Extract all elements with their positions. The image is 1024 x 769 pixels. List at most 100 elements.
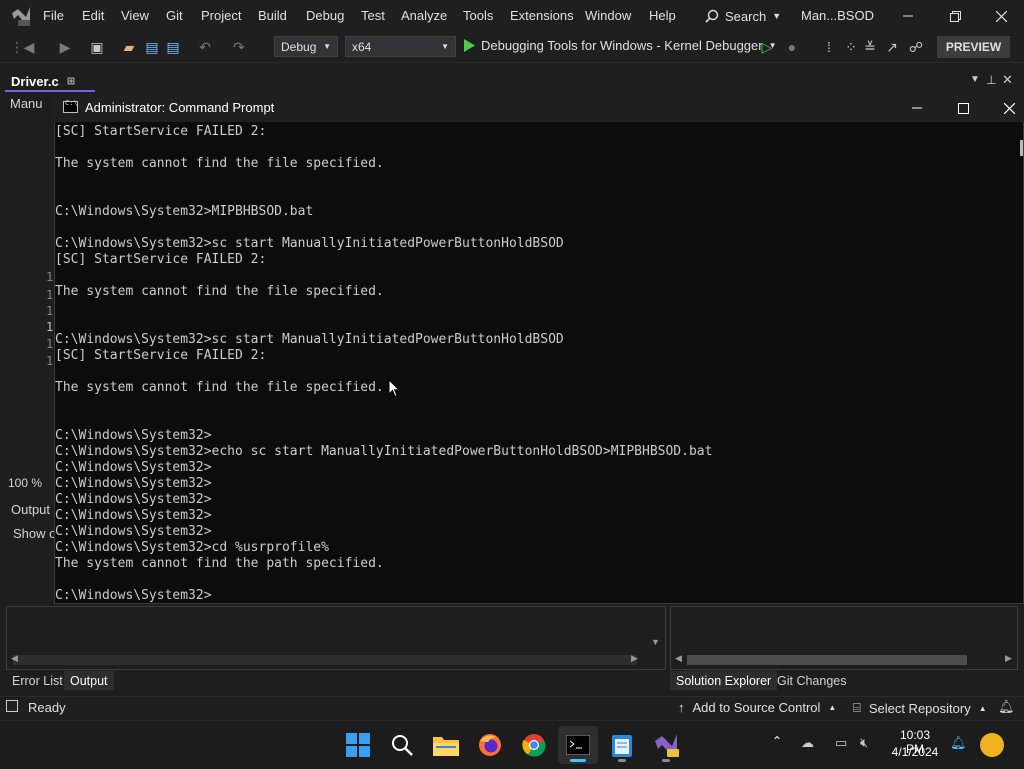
new-project-icon[interactable]: ▣ [88,38,106,56]
menu-git[interactable]: Git [166,8,183,23]
console-line: The system cannot find the file specifie… [55,380,384,395]
search-icon [392,735,413,756]
file-explorer-button[interactable] [426,726,466,764]
play-icon [464,39,475,52]
chrome-icon [522,734,546,757]
document-tab[interactable]: Driver.c ⊞ [5,72,95,92]
cmd-minimize-button[interactable] [898,97,936,119]
tab-error-list[interactable]: Error List [6,671,69,690]
solution-name: Man...BSOD [801,8,874,23]
notifications-bell-icon[interactable]: 🔔︎ [998,699,1015,715]
windows-logo-icon [346,733,370,757]
status-icon [6,700,18,712]
visual-studio-icon [655,734,679,757]
search-button[interactable]: Search ▼ [705,6,781,26]
menu-debug[interactable]: Debug [306,8,344,23]
undo-icon[interactable]: ↶ [196,38,214,56]
search-button[interactable] [382,726,422,764]
start-button[interactable] [338,726,378,764]
add-to-source-control-button[interactable]: ↑ Add to Source Control ▲ [678,700,836,715]
console-output[interactable]: [SC] StartService FAILED 2: The system ca… [55,124,1015,602]
tab-solution-explorer[interactable]: Solution Explorer [670,671,778,690]
panel-pin-icon[interactable]: ⊥ [986,73,996,87]
panel-dropdown-icon[interactable]: ▼ [970,74,980,85]
scroll-right-icon[interactable]: ▶ [631,653,638,664]
solution-explorer-scrollbar[interactable] [687,655,967,665]
notepad-button[interactable] [602,726,642,764]
onedrive-icon[interactable]: ☁ [801,735,814,751]
scroll-down-icon[interactable]: ▼ [651,637,660,647]
minimize-button[interactable] [893,6,923,26]
volume-icon[interactable]: 🔇︎ [860,735,868,751]
console-line: [SC] StartService FAILED 2: [55,252,267,267]
tab-git-changes[interactable]: Git Changes [771,671,852,690]
visual-studio-logo-icon[interactable] [10,5,32,27]
forward-icon[interactable]: ▶ [56,38,74,56]
console-line: [SC] StartService FAILED 2: [55,124,267,139]
cmd-close-button[interactable] [990,97,1024,119]
display-icon[interactable]: ▭ [835,735,847,751]
open-folder-icon[interactable]: ▰ [120,38,138,56]
console-line: C:\Windows\System32>cd %usrprofile% [55,540,329,555]
menu-test[interactable]: Test [361,8,385,23]
select-repository-button[interactable]: ⌸ Select Repository ▲ [853,700,987,716]
chrome-button[interactable] [514,726,554,764]
step-icon[interactable]: ⁞ [820,38,838,56]
menu-extensions[interactable]: Extensions [510,8,574,23]
menu-analyze[interactable]: Analyze [401,8,447,23]
redo-icon[interactable]: ↷ [230,38,248,56]
save-icon[interactable]: ▤ [143,38,161,56]
firefox-button[interactable] [470,726,510,764]
copilot-icon[interactable] [980,733,1004,757]
menu-tools[interactable]: Tools [463,8,493,23]
live-share-icon[interactable]: ↗ [883,38,901,56]
feedback-icon[interactable]: ☍ [907,38,925,56]
running-indicator [662,759,670,762]
close-button[interactable] [986,6,1016,26]
menu-build[interactable]: Build [258,8,287,23]
configuration-select[interactable]: Debug ▼ [274,36,338,57]
hot-reload-icon[interactable]: ● [783,38,801,56]
breakpoint-layout-icon[interactable]: ⁘ [842,38,860,56]
show-output-from-label: Show o [13,526,57,541]
cmd-scrollbar-thumb[interactable] [1020,140,1023,156]
console-line: The system cannot find the file specifie… [55,156,384,171]
scroll-right-icon[interactable]: ▶ [1005,653,1012,664]
solution-explorer-panel: ◀ ▶ [670,606,1018,670]
clock-date[interactable]: 4/1/2024 [890,745,940,759]
menu-project[interactable]: Project [201,8,241,23]
panel-close-icon[interactable]: ✕ [1002,72,1013,88]
running-indicator [570,759,586,762]
save-all-icon[interactable]: ▤ [164,38,182,56]
preview-badge[interactable]: PREVIEW [937,36,1010,58]
menu-file[interactable]: File [43,8,64,23]
command-prompt-title: Administrator: Command Prompt [85,100,275,115]
scroll-left-icon[interactable]: ◀ [675,653,682,664]
command-prompt-taskbar-button[interactable] [558,726,598,764]
platform-select[interactable]: x64 ▼ [345,36,456,57]
visual-studio-taskbar-button[interactable] [646,726,686,764]
output-horizontal-scrollbar[interactable] [13,655,637,665]
menu-edit[interactable]: Edit [82,8,104,23]
start-debugging-button[interactable]: Debugging Tools for Windows - Kernel Deb… [463,38,777,53]
zoom-level[interactable]: 100 % [8,476,42,490]
pin-icon[interactable]: ⊞ [67,76,75,87]
toolbar-options-icon[interactable]: ≚ [861,38,879,56]
cmd-maximize-button[interactable] [944,97,982,119]
start-without-debugging-icon[interactable]: ▷ [758,38,776,56]
notification-bell-icon[interactable]: 🔔︎ [950,735,967,751]
navigation-bar-project[interactable]: Manu [10,96,43,111]
line-number: 1 [46,288,54,302]
back-icon[interactable]: ◀ [20,38,38,56]
console-line: C:\Windows\System32> [55,508,212,523]
chevron-down-icon: ▼ [323,42,331,51]
menu-help[interactable]: Help [649,8,676,23]
menu-view[interactable]: View [121,8,149,23]
chevron-up-icon: ▲ [978,703,987,713]
command-prompt-icon: C:\ [63,99,78,113]
menu-window[interactable]: Window [585,8,631,23]
tab-output[interactable]: Output [64,671,114,690]
restore-button[interactable] [940,6,970,26]
show-hidden-icons-chevron-icon[interactable]: ⌃ [772,734,782,748]
scroll-left-icon[interactable]: ◀ [11,653,18,664]
